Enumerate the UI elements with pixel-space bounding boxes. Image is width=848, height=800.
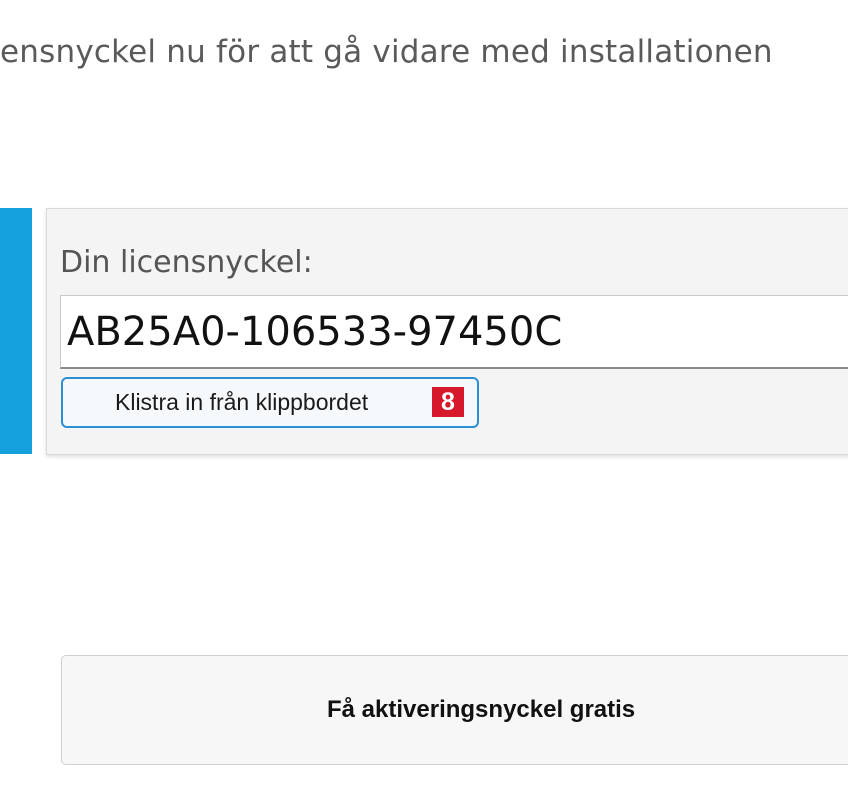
license-key-input[interactable] [60,295,848,369]
get-activation-key-button[interactable]: Få aktiveringsnyckel gratis [61,655,848,765]
license-activation-screen: ensnyckel nu för att gå vidare med insta… [0,0,848,800]
activation-button-label: Få aktiveringsnyckel gratis [327,696,636,723]
license-key-panel: Din licensnyckel: Klistra in från klippb… [46,208,848,455]
step-number-badge: 8 [432,387,464,417]
license-key-label: Din licensnyckel: [60,245,313,280]
accent-strip [0,208,32,454]
instruction-text: ensnyckel nu för att gå vidare med insta… [0,34,773,70]
paste-button-label: Klistra in från klippbordet [115,389,369,415]
paste-from-clipboard-button[interactable]: Klistra in från klippbordet 8 [61,377,479,428]
